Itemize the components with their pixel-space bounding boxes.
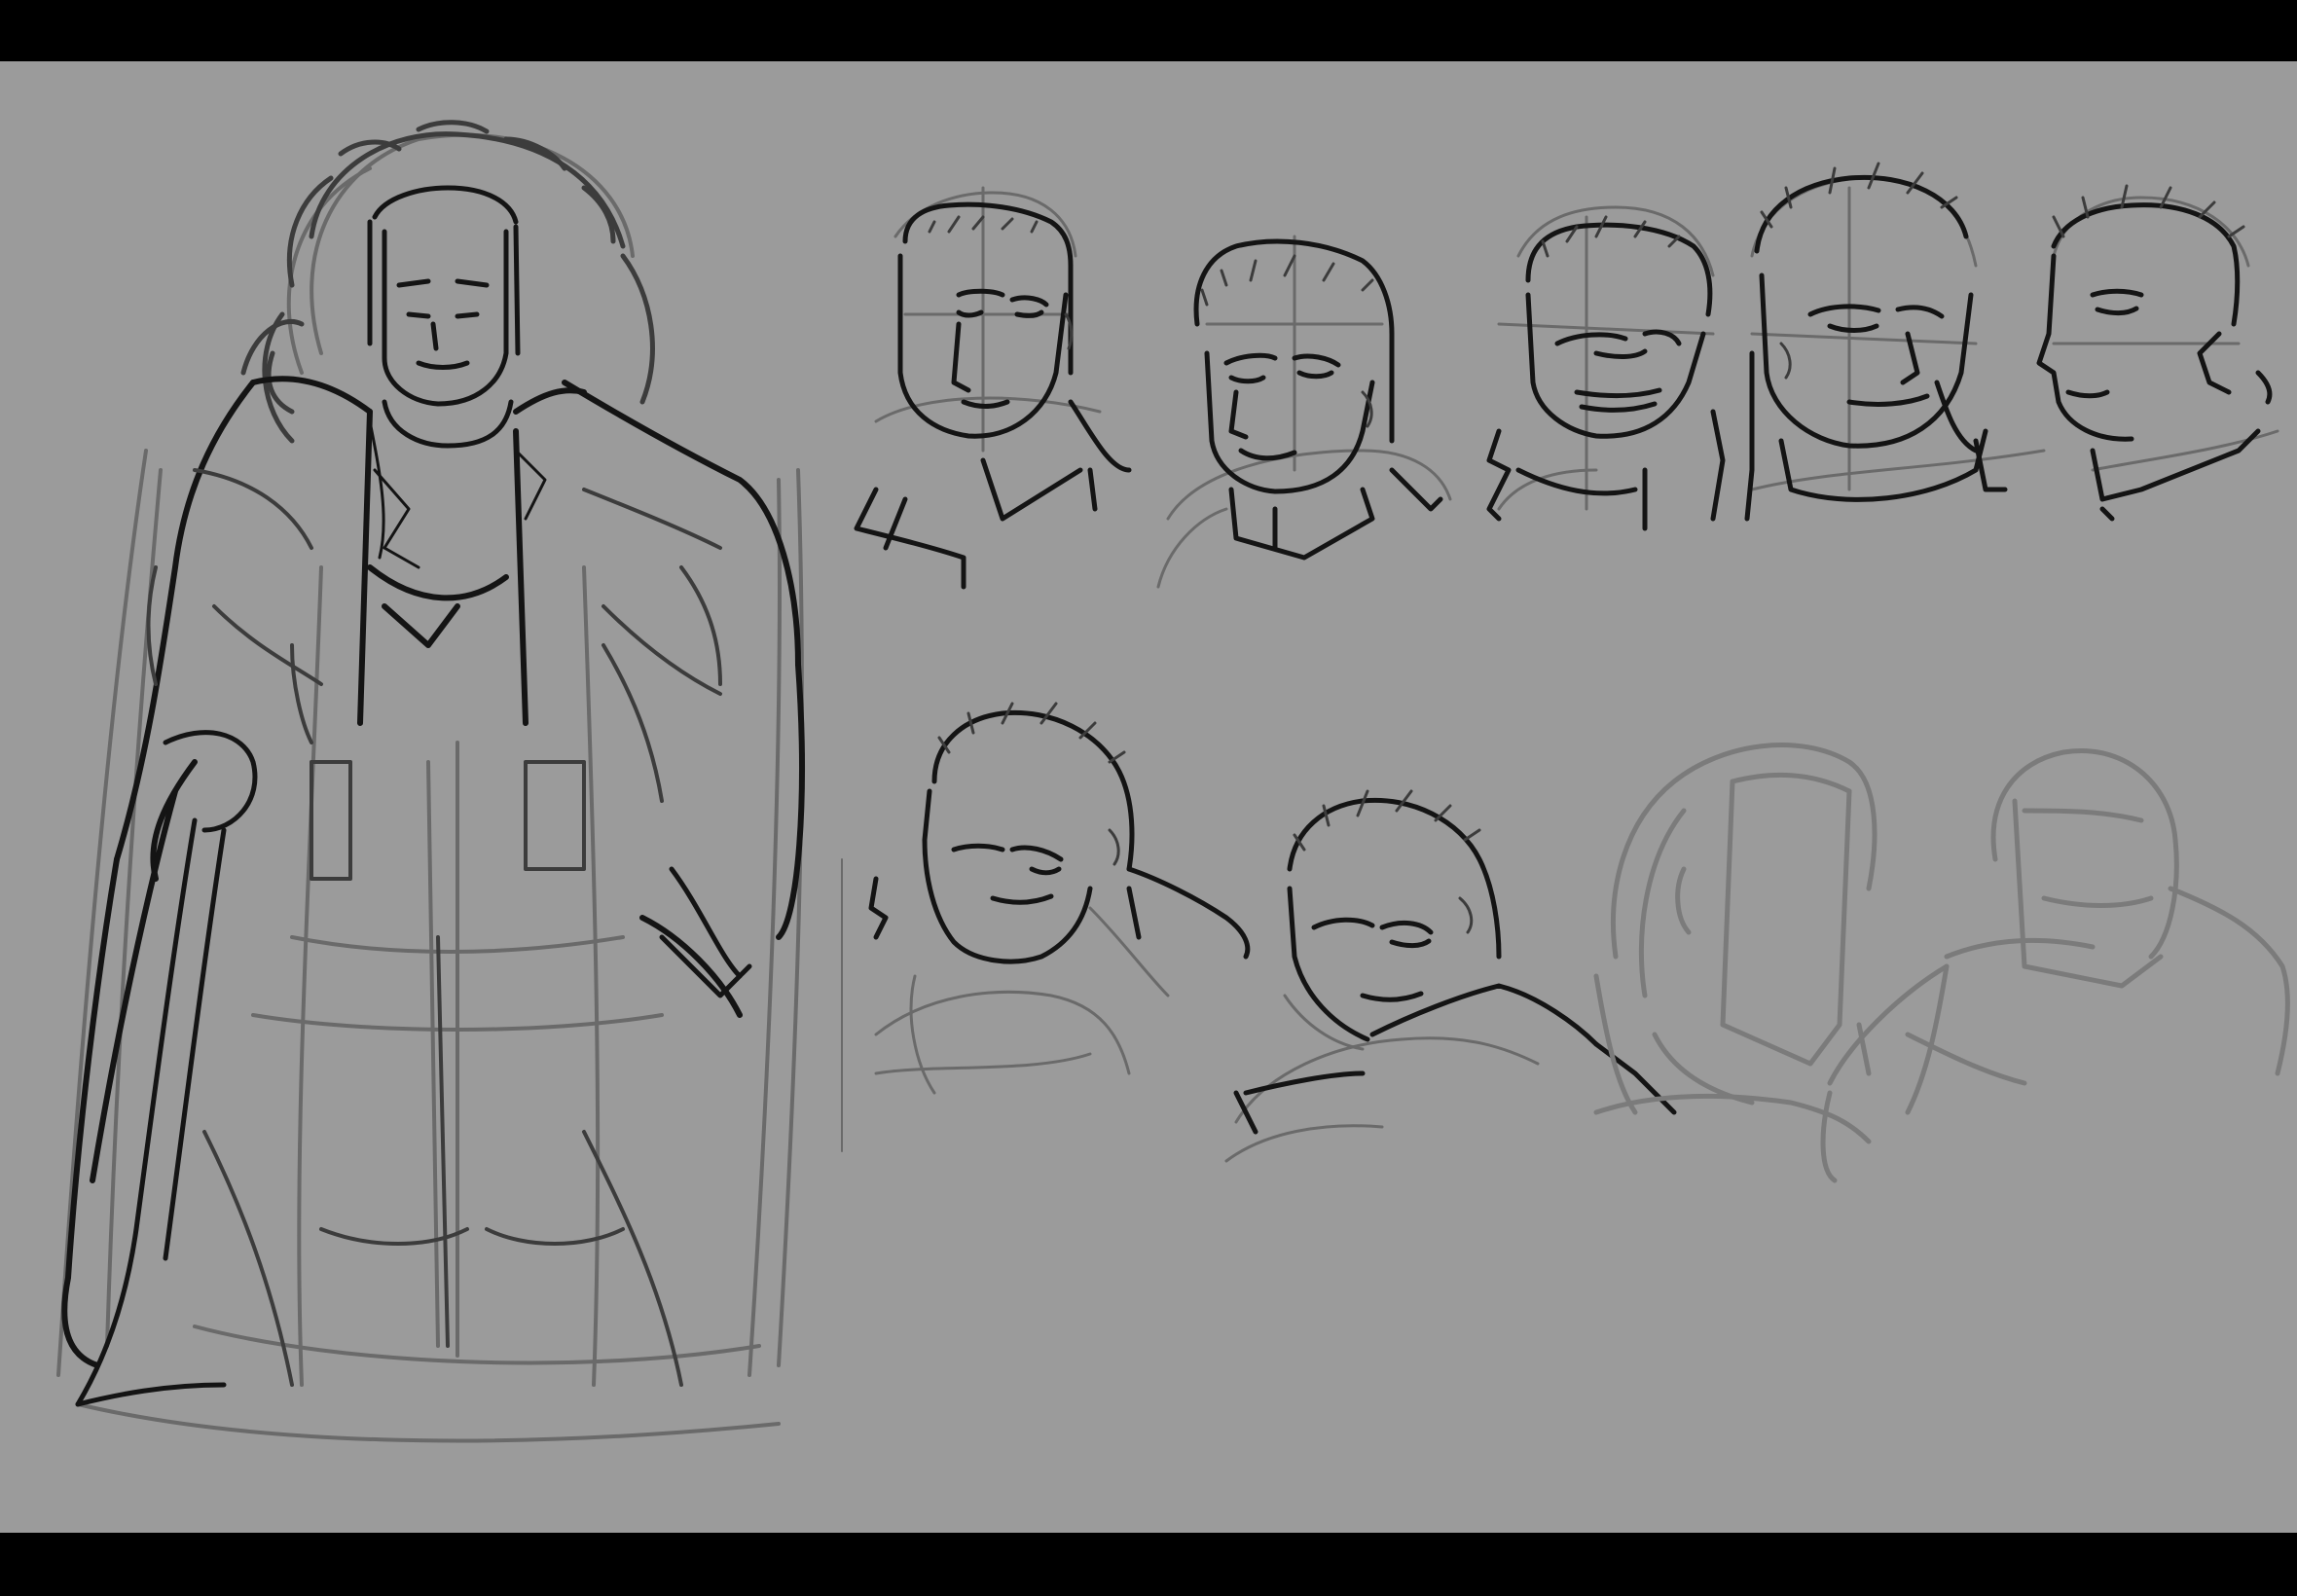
sketch-sheet	[0, 61, 2297, 1533]
canvas-background	[0, 61, 2297, 1533]
sketch-canvas	[0, 61, 2297, 1533]
viewer	[0, 0, 2297, 1596]
letterbox-top	[0, 0, 2297, 61]
letterbox-bottom	[0, 1533, 2297, 1596]
